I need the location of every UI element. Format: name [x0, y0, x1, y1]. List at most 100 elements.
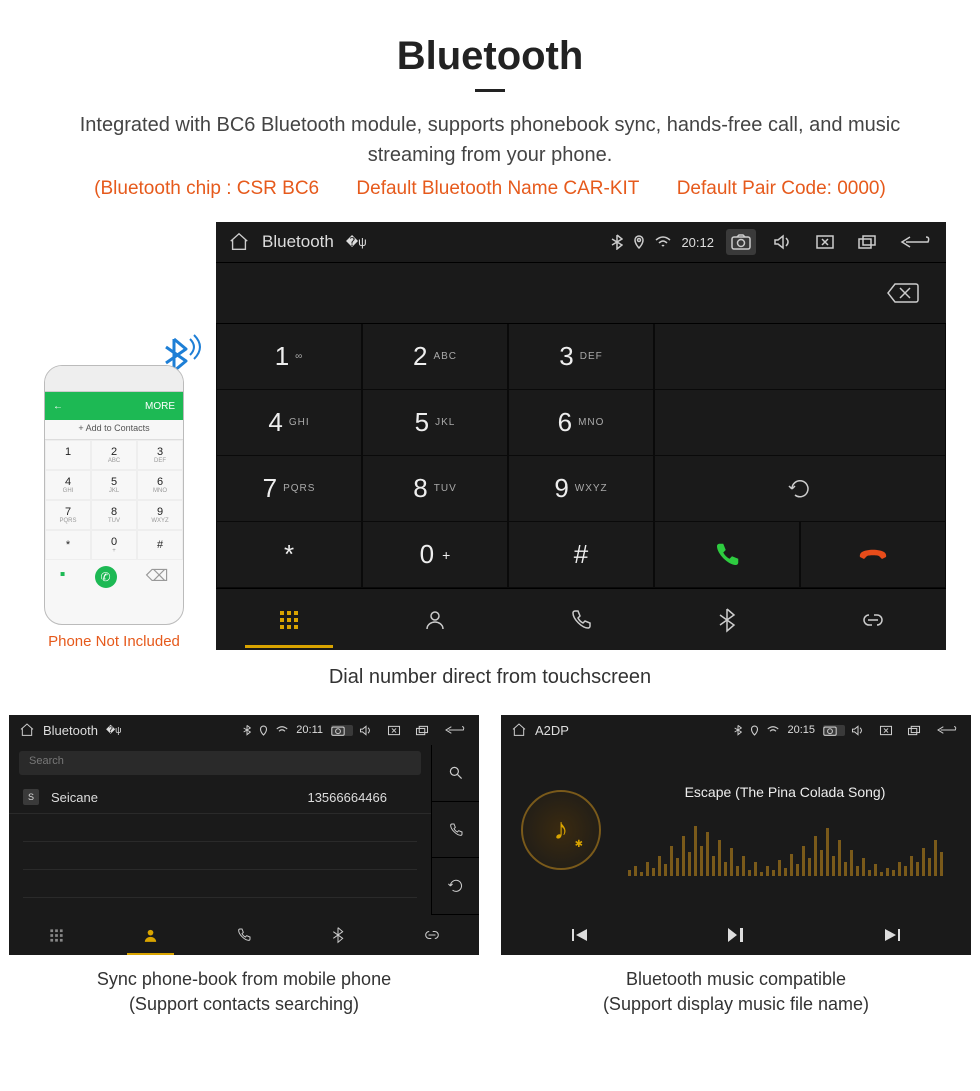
call-icon[interactable]: [432, 802, 479, 859]
volume-button[interactable]: [359, 725, 381, 736]
nav-pair[interactable]: [800, 589, 946, 650]
home-icon[interactable]: [19, 722, 35, 738]
music-status-bar: A2DP 20:15: [501, 715, 971, 745]
phone-mock-caption: Phone Not Included: [34, 633, 194, 650]
bluetooth-status-icon: [734, 724, 742, 736]
key-star[interactable]: *: [216, 522, 362, 588]
volume-button[interactable]: [851, 725, 873, 736]
spec-chip: (Bluetooth chip : CSR BC6: [94, 178, 319, 199]
volume-button[interactable]: [768, 229, 798, 255]
dialer-screen: Bluetooth �ψ 20:12: [216, 222, 946, 650]
phone-mockup: ← MORE + Add to Contacts 1 2ABC3DEF 4GHI…: [34, 365, 194, 650]
close-x-button[interactable]: [810, 229, 840, 255]
contact-name: Seicane: [51, 790, 98, 805]
wifi-icon: [655, 236, 671, 248]
title-underline: [475, 89, 505, 92]
key-2[interactable]: 2ABC: [362, 324, 508, 390]
nav-keypad[interactable]: [216, 589, 362, 650]
track-title: Escape (The Pina Colada Song): [619, 784, 951, 800]
music-screen: A2DP 20:15 Escape (The Pina Colada Song): [501, 715, 971, 955]
nav-bluetooth[interactable]: [291, 915, 385, 955]
key-5[interactable]: 5JKL: [362, 390, 508, 456]
close-x-button[interactable]: [879, 725, 901, 736]
bluetooth-status-icon: [243, 724, 251, 736]
contact-row[interactable]: S Seicane 13566664466: [9, 781, 431, 814]
status-bar: Bluetooth �ψ 20:12: [216, 222, 946, 262]
home-icon[interactable]: [511, 722, 527, 738]
recent-apps-button[interactable]: [415, 725, 437, 736]
key-1[interactable]: 1∞: [216, 324, 362, 390]
contacts-nav: [9, 915, 479, 955]
contacts-status-time: 20:11: [296, 724, 323, 736]
phone-mock-back: ←: [53, 401, 63, 412]
recent-apps-button[interactable]: [852, 229, 882, 255]
call-blank-2: [654, 390, 946, 456]
music-controls: [501, 915, 971, 955]
call-answer-button[interactable]: [654, 522, 800, 588]
contacts-status-title: Bluetooth: [43, 723, 98, 738]
prev-track-button[interactable]: [501, 915, 658, 955]
call-hangup-button[interactable]: [800, 522, 946, 588]
screenshot-button[interactable]: [726, 229, 756, 255]
key-7[interactable]: 7PQRS: [216, 456, 362, 522]
back-button[interactable]: [935, 724, 961, 736]
contacts-side-actions: [431, 745, 479, 915]
key-4[interactable]: 4GHI: [216, 390, 362, 456]
home-icon[interactable]: [228, 231, 250, 253]
phone-mock-delete-icon: ⌫: [146, 566, 169, 588]
music-status-title: A2DP: [535, 723, 569, 738]
nav-keypad[interactable]: [9, 915, 103, 955]
location-icon: [633, 235, 645, 249]
dialer-nav: [216, 588, 946, 650]
contact-initial-badge: S: [23, 789, 39, 805]
usb-icon: �ψ: [106, 725, 122, 736]
spec-name: Default Bluetooth Name CAR-KIT: [356, 178, 639, 199]
search-icon[interactable]: [432, 745, 479, 802]
key-0[interactable]: 0+: [362, 522, 508, 588]
music-status-time: 20:15: [787, 724, 815, 736]
spec-pair: Default Pair Code: 0000): [677, 178, 886, 199]
contact-number: 13566664466: [307, 790, 387, 805]
status-time: 20:12: [681, 235, 714, 250]
music-caption: Bluetooth music compatible (Support disp…: [501, 967, 971, 1017]
phone-mock-add-contacts: + Add to Contacts: [45, 420, 183, 440]
key-hash[interactable]: #: [508, 522, 654, 588]
dialer-caption: Dial number direct from touchscreen: [0, 666, 980, 689]
nav-pair[interactable]: [385, 915, 479, 955]
bluetooth-status-icon: [611, 234, 623, 250]
nav-contacts[interactable]: [103, 915, 197, 955]
play-pause-button[interactable]: [658, 915, 815, 955]
search-input[interactable]: Search: [19, 751, 421, 775]
key-6[interactable]: 6MNO: [508, 390, 654, 456]
key-8[interactable]: 8TUV: [362, 456, 508, 522]
dial-display: [216, 262, 946, 324]
recent-apps-button[interactable]: [907, 725, 929, 736]
page-specs: (Bluetooth chip : CSR BC6 Default Blueto…: [0, 178, 980, 200]
nav-calllog[interactable]: [197, 915, 291, 955]
back-button[interactable]: [443, 724, 469, 736]
backspace-button[interactable]: [886, 282, 920, 304]
wifi-icon: [276, 726, 288, 735]
phone-mock-video-icon: ▪: [60, 566, 66, 588]
nav-bluetooth[interactable]: [654, 589, 800, 650]
redial-button[interactable]: [654, 456, 946, 522]
sync-icon[interactable]: [432, 858, 479, 915]
key-3[interactable]: 3DEF: [508, 324, 654, 390]
close-x-button[interactable]: [387, 725, 409, 736]
screenshot-button[interactable]: [823, 725, 845, 736]
contacts-status-bar: Bluetooth �ψ 20:11: [9, 715, 479, 745]
screenshot-button[interactable]: [331, 725, 353, 736]
nav-calllog[interactable]: [508, 589, 654, 650]
key-9[interactable]: 9WXYZ: [508, 456, 654, 522]
usb-icon: �ψ: [346, 235, 367, 249]
status-app-title: Bluetooth: [262, 232, 334, 252]
next-track-button[interactable]: [814, 915, 971, 955]
contacts-screen: Bluetooth �ψ 20:11 Search: [9, 715, 479, 955]
location-icon: [259, 725, 268, 736]
location-icon: [750, 725, 759, 736]
contacts-caption: Sync phone-book from mobile phone (Suppo…: [9, 967, 479, 1017]
page-subtitle: Integrated with BC6 Bluetooth module, su…: [55, 110, 925, 170]
nav-contacts[interactable]: [362, 589, 508, 650]
back-button[interactable]: [894, 229, 934, 255]
page-title: Bluetooth: [0, 34, 980, 79]
